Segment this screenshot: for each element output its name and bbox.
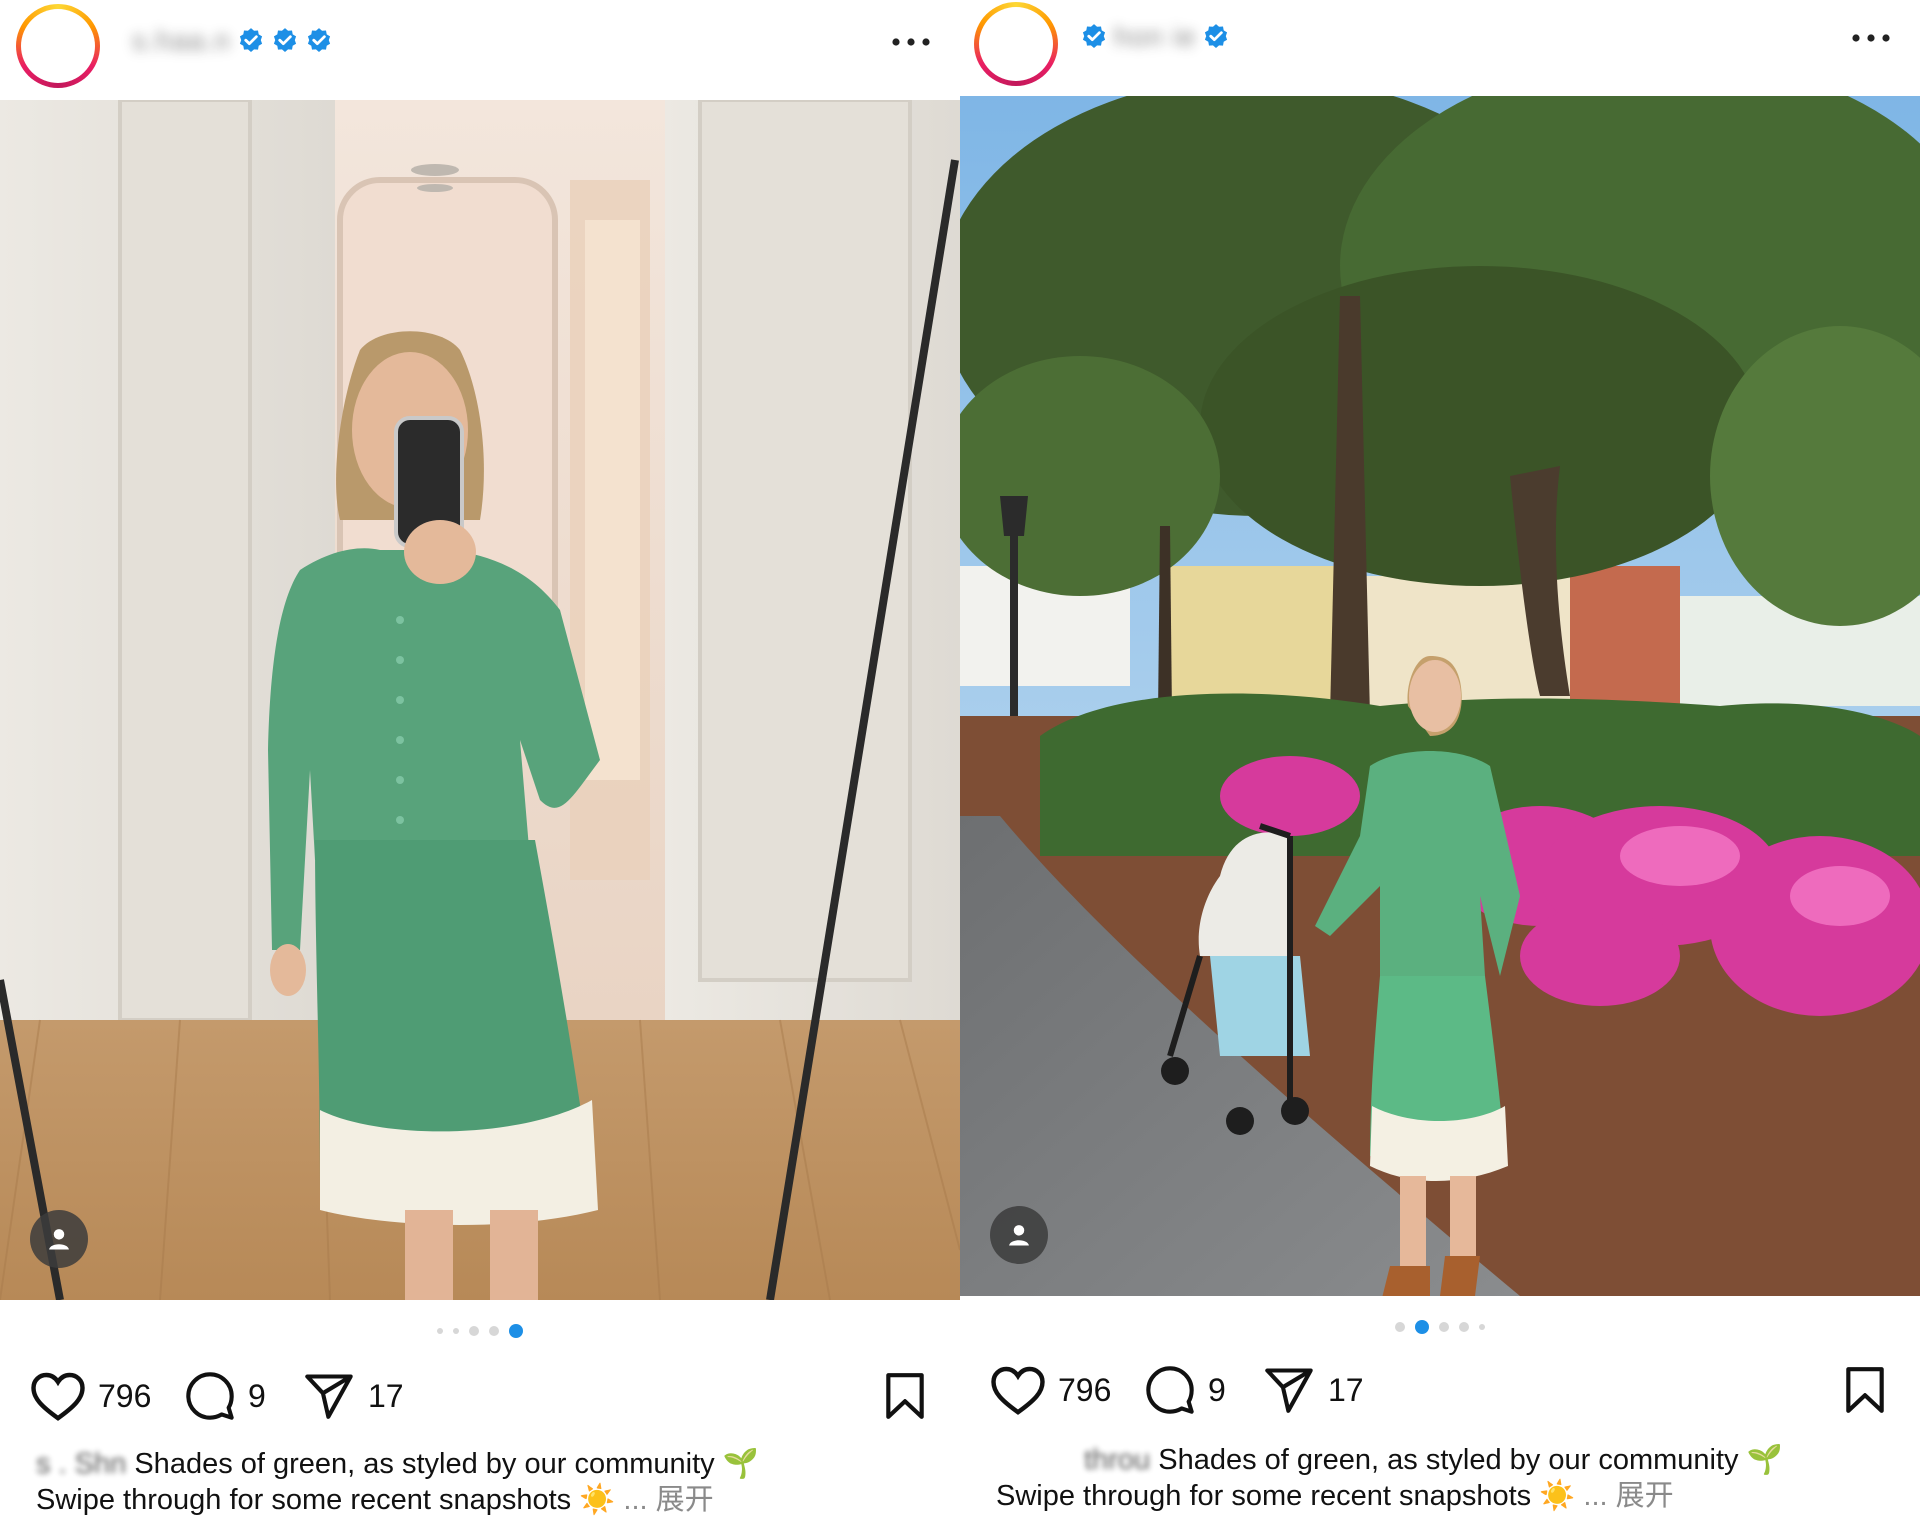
share-action[interactable]: 17 bbox=[302, 1366, 404, 1426]
share-action[interactable]: 17 bbox=[1262, 1360, 1364, 1420]
caption-line-1: throu Shades of green, as styled by our … bbox=[996, 1442, 1886, 1478]
like-count: 796 bbox=[98, 1377, 152, 1414]
seedling-emoji-icon: 🌱 bbox=[1746, 1444, 1783, 1476]
carousel-dot bbox=[469, 1326, 479, 1336]
share-count: 17 bbox=[1328, 1371, 1364, 1408]
like-count: 796 bbox=[1058, 1371, 1112, 1408]
comment-action[interactable]: 9 bbox=[184, 1366, 266, 1426]
post-card-park-stroller: hon ie 796 9 17 throu Shades of green, a… bbox=[960, 0, 1920, 1518]
like-action[interactable]: 796 bbox=[30, 1366, 151, 1426]
user-tag-icon[interactable] bbox=[30, 1210, 88, 1268]
caption-line-2: Swipe through for some recent snapshots … bbox=[996, 1478, 1886, 1514]
expand-caption-link[interactable]: ... 展开 bbox=[623, 1484, 713, 1516]
post-header: hon ie bbox=[960, 0, 1920, 100]
post-header: s.haa.n bbox=[0, 0, 960, 100]
bookmark-icon[interactable] bbox=[1840, 1364, 1890, 1416]
sun-emoji-icon: ☀️ bbox=[1539, 1480, 1576, 1512]
sun-emoji-icon: ☀️ bbox=[579, 1484, 616, 1516]
carousel-dot-active bbox=[1415, 1320, 1429, 1334]
heart-icon[interactable] bbox=[990, 1364, 1046, 1416]
carousel-dot bbox=[1395, 1322, 1405, 1332]
photo-illustration bbox=[960, 96, 1920, 1296]
verified-badge-icon bbox=[1205, 24, 1228, 48]
send-icon[interactable] bbox=[1262, 1364, 1316, 1416]
caption-text-1: Shades of green, as styled by our commun… bbox=[1158, 1444, 1739, 1476]
carousel-indicator bbox=[0, 1324, 960, 1338]
carousel-dot bbox=[1459, 1322, 1469, 1332]
post-actions: 796 9 17 bbox=[990, 1360, 1890, 1420]
username-row[interactable]: hon ie bbox=[1080, 20, 1230, 54]
photo-illustration bbox=[0, 100, 960, 1300]
carousel-dot-active bbox=[509, 1324, 523, 1338]
carousel-dot bbox=[1479, 1324, 1485, 1330]
post-card-mirror-selfie: s.haa.n 796 9 17 s . Shn Shades of green… bbox=[0, 0, 960, 1518]
username[interactable]: s.haa.n bbox=[132, 25, 231, 57]
carousel-dot bbox=[1439, 1322, 1449, 1332]
caption-author[interactable]: s . Shn bbox=[36, 1448, 126, 1480]
verified-badge-icon bbox=[1082, 24, 1106, 48]
post-photo-park-stroller[interactable] bbox=[960, 96, 1920, 1296]
like-action[interactable]: 796 bbox=[990, 1360, 1111, 1420]
bookmark-icon[interactable] bbox=[880, 1370, 930, 1422]
send-icon[interactable] bbox=[302, 1370, 356, 1422]
verified-badge-icon bbox=[307, 28, 330, 52]
expand-caption-link[interactable]: ... 展开 bbox=[1583, 1480, 1673, 1512]
user-tag-icon[interactable] bbox=[990, 1206, 1048, 1264]
comment-icon[interactable] bbox=[184, 1370, 236, 1422]
post-caption: throu Shades of green, as styled by our … bbox=[996, 1442, 1886, 1514]
profile-avatar[interactable] bbox=[974, 2, 1058, 86]
more-options-icon[interactable] bbox=[886, 22, 936, 62]
profile-avatar[interactable] bbox=[16, 4, 100, 88]
share-count: 17 bbox=[368, 1377, 404, 1414]
seedling-emoji-icon: 🌱 bbox=[722, 1448, 759, 1480]
caption-line-2: Swipe through for some recent snapshots … bbox=[36, 1482, 926, 1518]
verified-badge-icon bbox=[239, 28, 262, 52]
username[interactable]: hon ie bbox=[1114, 21, 1196, 53]
username-row[interactable]: s.haa.n bbox=[132, 24, 333, 58]
caption-author[interactable]: throu bbox=[1084, 1444, 1150, 1476]
comment-count: 9 bbox=[1208, 1371, 1226, 1408]
heart-icon[interactable] bbox=[30, 1370, 86, 1422]
caption-line-1: s . Shn Shades of green, as styled by ou… bbox=[36, 1446, 926, 1482]
caption-text-2: Swipe through for some recent snapshots bbox=[996, 1480, 1532, 1512]
comment-action[interactable]: 9 bbox=[1144, 1360, 1226, 1420]
more-options-icon[interactable] bbox=[1846, 18, 1896, 58]
carousel-dot bbox=[489, 1326, 499, 1336]
carousel-dot bbox=[453, 1328, 459, 1334]
carousel-indicator bbox=[960, 1320, 1920, 1334]
verified-badge-icon bbox=[273, 28, 296, 52]
comment-icon[interactable] bbox=[1144, 1364, 1196, 1416]
carousel-dot bbox=[437, 1328, 443, 1334]
caption-text-1: Shades of green, as styled by our commun… bbox=[134, 1448, 715, 1480]
caption-text-2: Swipe through for some recent snapshots bbox=[36, 1484, 572, 1516]
post-photo-mirror-selfie[interactable] bbox=[0, 100, 960, 1300]
comment-count: 9 bbox=[248, 1377, 266, 1414]
post-actions: 796 9 17 bbox=[30, 1366, 930, 1426]
post-caption: s . Shn Shades of green, as styled by ou… bbox=[36, 1446, 926, 1518]
